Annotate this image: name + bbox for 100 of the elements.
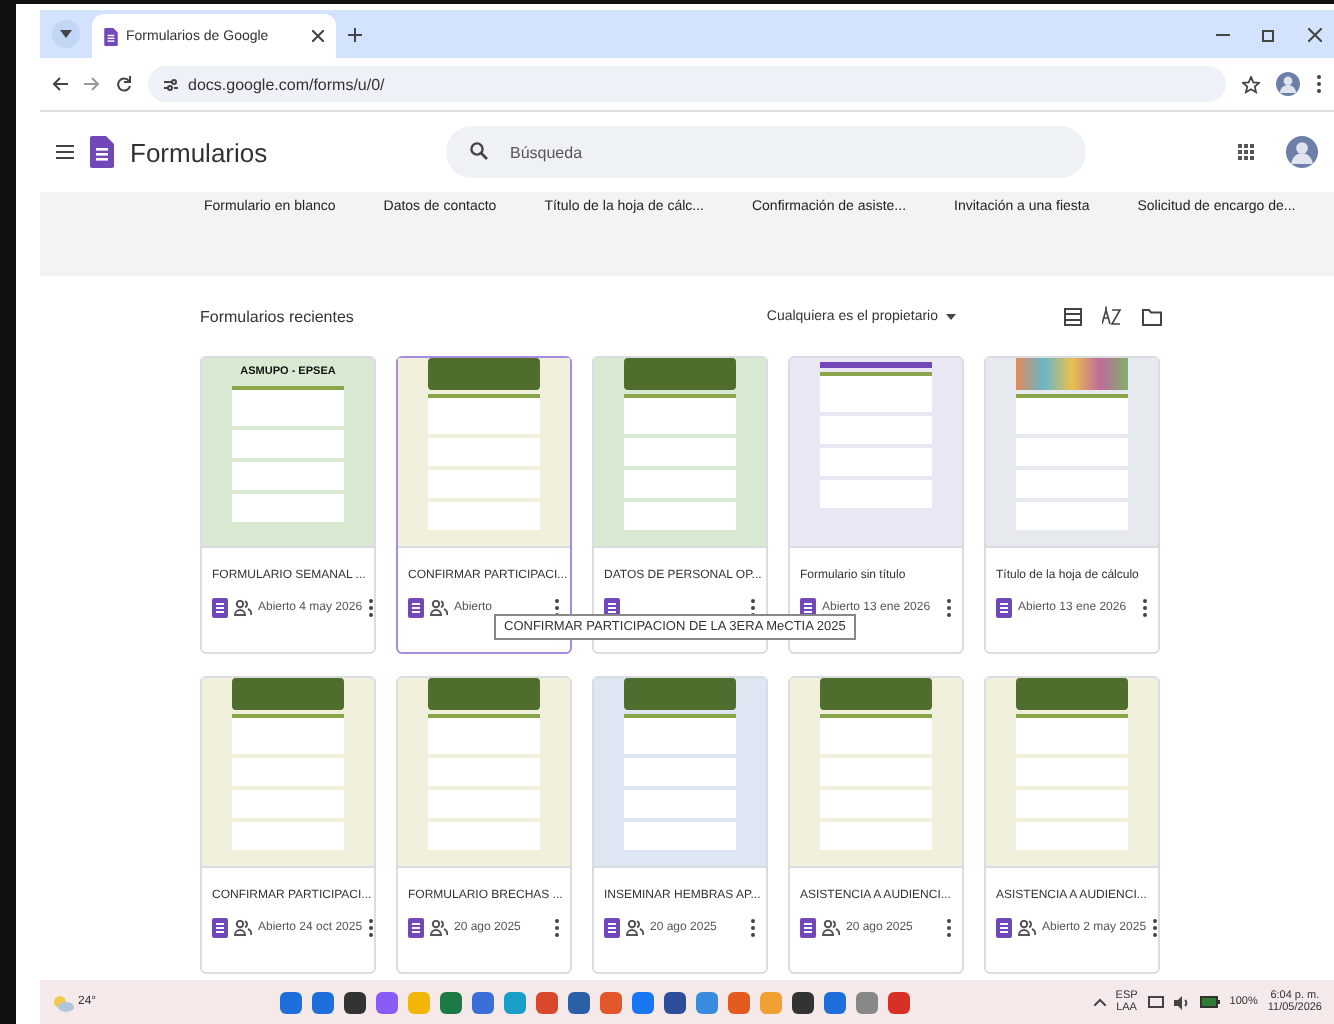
form-section — [428, 438, 540, 466]
form-section — [232, 822, 344, 850]
forms-logo-icon — [800, 918, 816, 938]
more-options-button[interactable] — [554, 918, 560, 938]
form-section — [1016, 470, 1128, 498]
photo-placeholder — [1016, 678, 1128, 710]
back-icon[interactable] — [52, 76, 68, 92]
forms-logo-icon — [212, 598, 228, 618]
site-settings-icon[interactable] — [164, 77, 178, 91]
form-thumbnail[interactable] — [202, 678, 374, 868]
form-section — [1016, 790, 1128, 818]
more-options-button[interactable] — [946, 598, 952, 618]
taskbar-app-icon[interactable] — [663, 991, 686, 1013]
form-section — [624, 790, 736, 818]
more-options-button[interactable] — [1152, 918, 1159, 938]
form-section — [624, 470, 736, 498]
close-icon[interactable] — [1308, 27, 1322, 41]
form-section — [820, 480, 932, 508]
form-section — [820, 822, 932, 850]
form-thumbnail[interactable] — [398, 678, 570, 868]
taskbar-app-icon[interactable] — [439, 991, 462, 1013]
more-options-button[interactable] — [1142, 598, 1148, 618]
more-options-button[interactable] — [368, 918, 375, 938]
form-section — [820, 758, 932, 786]
taskbar-app-icon[interactable] — [791, 991, 814, 1013]
form-section — [820, 372, 932, 412]
form-section — [820, 448, 932, 476]
photo-placeholder — [624, 358, 736, 390]
form-section — [624, 714, 736, 754]
caret-icon — [946, 313, 956, 319]
form-thumbnail[interactable] — [790, 678, 962, 868]
photo-placeholder — [624, 678, 736, 710]
form-section — [428, 790, 540, 818]
forms-logo-icon — [996, 918, 1012, 938]
search-field[interactable]: Búsqueda — [446, 126, 1086, 178]
more-icon[interactable] — [1316, 74, 1322, 94]
form-section — [232, 790, 344, 818]
form-section — [1016, 394, 1128, 434]
battery-icon[interactable] — [1199, 996, 1220, 1008]
form-thumbnail[interactable] — [986, 678, 1158, 868]
more-options-button[interactable] — [750, 918, 756, 938]
forms-logo-icon — [408, 598, 424, 618]
tab-list-button[interactable] — [52, 20, 80, 48]
form-thumbnail[interactable] — [594, 358, 766, 548]
form-section — [428, 394, 540, 434]
form-section — [624, 438, 736, 466]
form-section — [820, 714, 932, 754]
restore-icon[interactable] — [1262, 27, 1276, 41]
forms-logo-icon — [212, 918, 228, 938]
avatar-icon[interactable] — [1276, 72, 1300, 96]
star-icon[interactable] — [1242, 75, 1260, 93]
forward-icon[interactable] — [84, 76, 100, 92]
taskbar-app-icon[interactable] — [343, 991, 366, 1013]
form-section — [624, 394, 736, 434]
section-heading: Formularios recientes — [200, 307, 356, 325]
list-view-icon[interactable] — [1064, 307, 1082, 325]
photo-placeholder — [820, 678, 932, 710]
forms-logo-icon — [104, 27, 118, 45]
form-section — [232, 386, 344, 426]
avatar-icon[interactable] — [1286, 136, 1318, 168]
form-section — [428, 714, 540, 754]
new-tab-icon[interactable] — [348, 27, 362, 41]
caret-icon — [60, 30, 72, 38]
monitor-icon[interactable] — [1147, 995, 1164, 1009]
more-options-button[interactable] — [368, 598, 375, 618]
form-section — [232, 714, 344, 754]
menu-icon[interactable] — [56, 144, 74, 160]
reload-icon[interactable] — [116, 76, 132, 92]
speaker-icon[interactable] — [1173, 995, 1190, 1009]
chevron-up-icon[interactable] — [1093, 998, 1106, 1006]
form-section — [1016, 822, 1128, 850]
header-bar — [820, 362, 932, 368]
forms-logo-icon — [408, 918, 424, 938]
apps-grid-icon[interactable] — [1238, 144, 1254, 160]
forms-logo-icon — [996, 598, 1012, 618]
form-section — [232, 462, 344, 490]
form-section — [820, 790, 932, 818]
sort-icon[interactable] — [1102, 306, 1122, 326]
forms-logo-icon — [90, 136, 114, 168]
form-section — [1016, 758, 1128, 786]
app-title: Formularios — [130, 137, 270, 167]
search-icon — [470, 142, 488, 160]
form-thumbnail[interactable] — [594, 678, 766, 868]
close-icon[interactable] — [312, 30, 324, 42]
taskbar-app-icon[interactable] — [567, 991, 590, 1013]
form-section — [1016, 438, 1128, 466]
address-bar[interactable]: docs.google.com/forms/u/0/ — [148, 66, 1226, 102]
photo-placeholder — [232, 678, 344, 710]
form-thumbnail[interactable] — [790, 358, 962, 548]
more-options-button[interactable] — [946, 918, 952, 938]
folder-icon[interactable] — [1142, 307, 1162, 325]
form-section — [820, 416, 932, 444]
header-pattern — [1016, 358, 1128, 390]
form-section — [624, 758, 736, 786]
form-section — [428, 470, 540, 498]
form-section — [1016, 502, 1128, 530]
form-section — [1016, 714, 1128, 754]
form-thumbnail[interactable] — [398, 358, 570, 548]
form-thumbnail[interactable] — [986, 358, 1158, 548]
form-section — [232, 758, 344, 786]
